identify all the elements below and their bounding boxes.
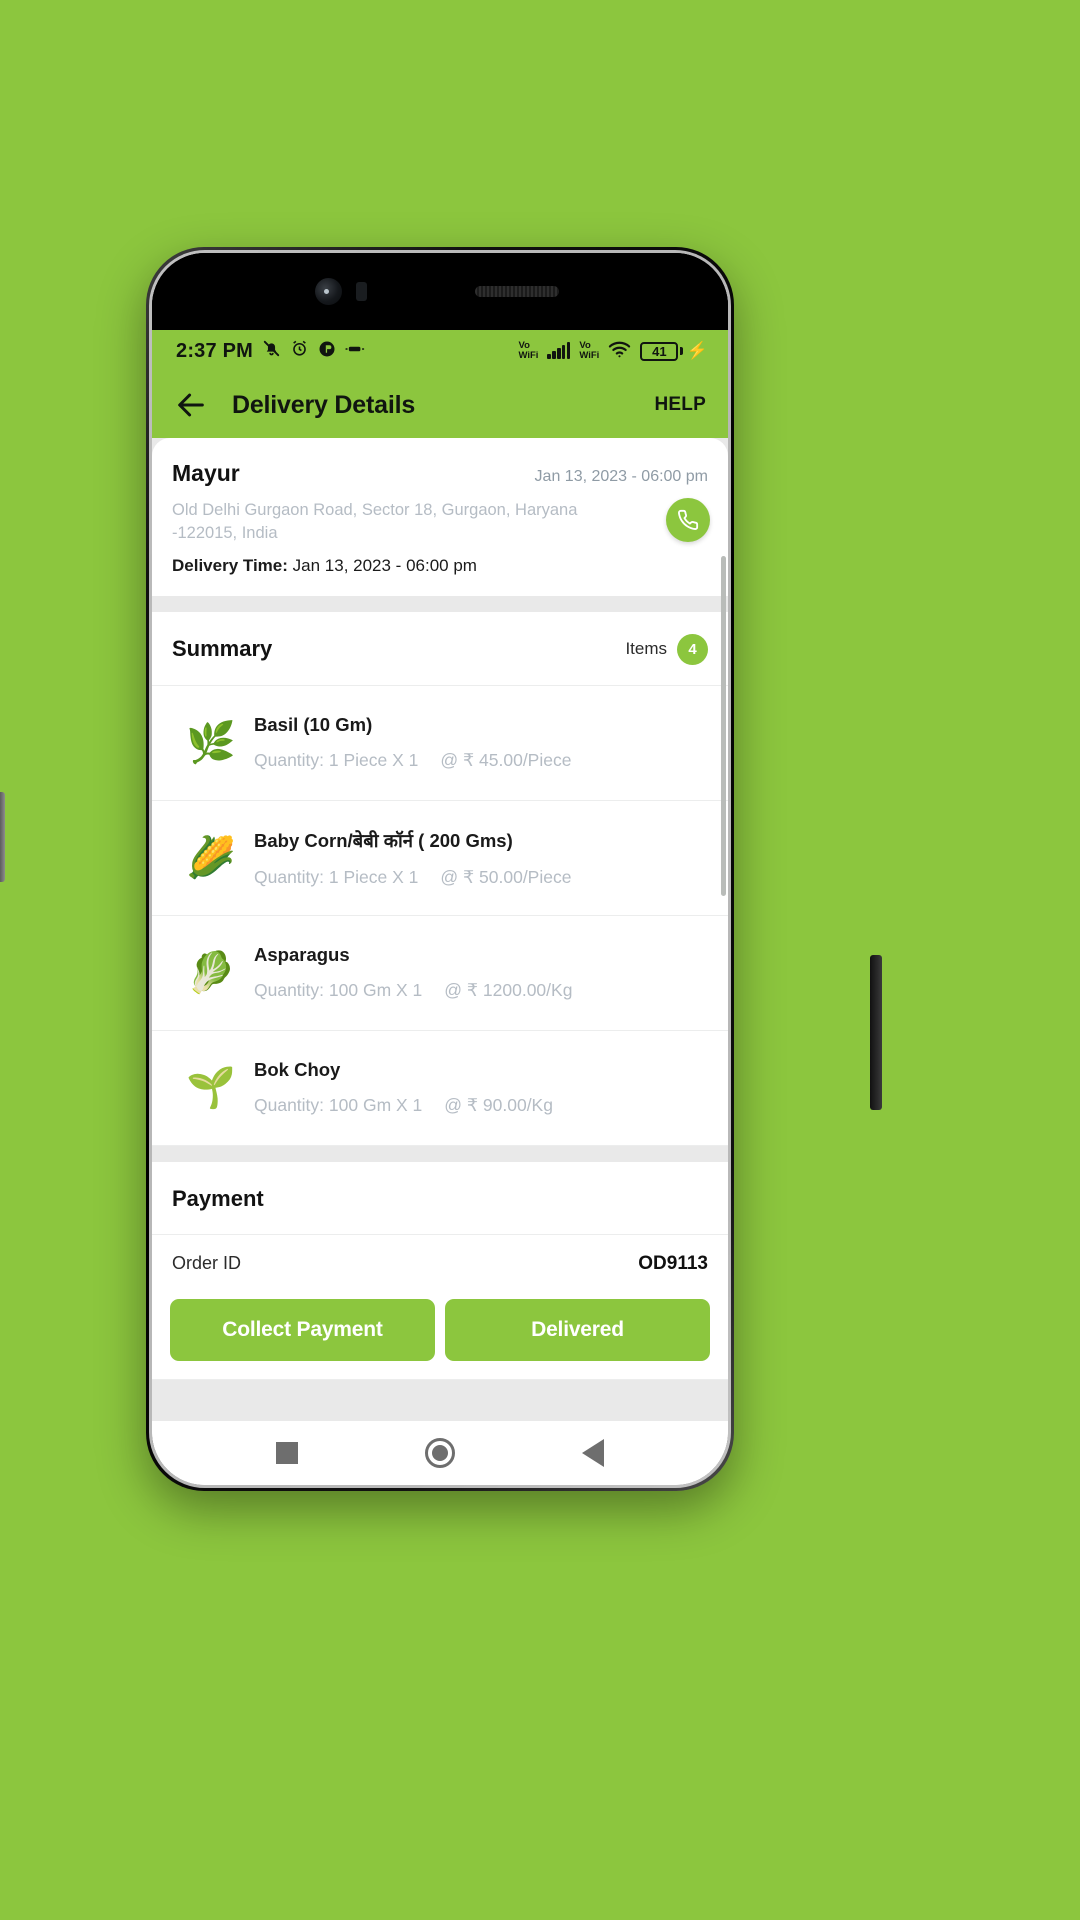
- alarm-icon: [290, 339, 309, 363]
- help-button[interactable]: HELP: [655, 394, 706, 416]
- payment-title: Payment: [152, 1162, 728, 1235]
- earpiece-speaker: [475, 286, 559, 297]
- item-rate: @ ₹ 45.00/Piece: [440, 750, 572, 771]
- item-text-block: Asparagus Quantity: 100 Gm X 1 @ ₹ 1200.…: [250, 944, 708, 1001]
- items-label: Items: [625, 639, 667, 659]
- vibrate-icon: [345, 342, 365, 361]
- status-bar-left: 2:37 PM: [176, 339, 365, 363]
- back-triangle-icon[interactable]: [582, 1439, 605, 1467]
- item-meta: Quantity: 1 Piece X 1 @ ₹ 50.00/Piece: [254, 867, 708, 888]
- recents-square-icon[interactable]: [275, 1442, 298, 1464]
- list-item[interactable]: 🌽 Baby Corn/बेबी कॉर्न ( 200 Gms) Quanti…: [152, 800, 728, 916]
- list-item[interactable]: 🥬 Asparagus Quantity: 100 Gm X 1 @ ₹ 120…: [152, 915, 728, 1031]
- item-meta: Quantity: 100 Gm X 1 @ ₹ 1200.00/Kg: [254, 980, 708, 1001]
- phone-frame: 2:37 PM Vo WiFi Vo WiFi 41 ⚡ Delivery De…: [0, 247, 882, 1491]
- vowifi-label-2: Vo WiFi: [579, 340, 600, 361]
- item-quantity: Quantity: 1 Piece X 1: [254, 750, 419, 771]
- item-name: Bok Choy: [254, 1059, 341, 1081]
- android-navigation-bar: [152, 1421, 728, 1485]
- phone-notch-bar: [152, 253, 728, 330]
- list-item[interactable]: 🌱 Bok Choy Quantity: 100 Gm X 1 @ ₹ 90.0…: [152, 1030, 728, 1146]
- item-quantity: Quantity: 1 Piece X 1: [254, 866, 419, 887]
- list-item[interactable]: 🌿 Basil (10 Gm) Quantity: 1 Piece X 1 @ …: [152, 685, 728, 801]
- signal-bars-icon: [547, 342, 571, 359]
- summary-title: Summary: [172, 636, 273, 662]
- item-name: Asparagus: [254, 944, 350, 966]
- item-text-block: Baby Corn/बेबी कॉर्न ( 200 Gms) Quantity…: [250, 828, 708, 888]
- scrollbar-thumb[interactable]: [721, 556, 726, 896]
- dnd-icon: [318, 340, 336, 363]
- wifi-icon: [608, 340, 631, 363]
- order-id-value: OD9113: [638, 1252, 708, 1274]
- status-time: 2:37 PM: [176, 339, 253, 362]
- proximity-sensor-icon: [356, 282, 367, 301]
- item-thumbnail: 🌽: [186, 835, 236, 880]
- status-bar: 2:37 PM Vo WiFi Vo WiFi 41 ⚡: [152, 330, 728, 372]
- charging-bolt-icon: ⚡: [686, 341, 708, 360]
- summary-header: Summary Items 4: [152, 612, 728, 686]
- item-rate: @ ₹ 50.00/Piece: [440, 866, 572, 887]
- payment-card: Payment Order ID OD9113 Collect Payment …: [152, 1161, 728, 1380]
- collect-payment-button[interactable]: Collect Payment: [170, 1298, 435, 1361]
- order-id-row: Order ID OD9113: [152, 1235, 728, 1285]
- volume-button[interactable]: [0, 792, 5, 882]
- battery-level: 41: [640, 341, 679, 361]
- delivery-time-row: Delivery Time: Jan 13, 2023 - 06:00 pm: [172, 556, 708, 576]
- camera-cluster: [315, 278, 367, 305]
- item-thumbnail: 🌿: [186, 720, 236, 765]
- call-customer-button[interactable]: [666, 498, 710, 542]
- item-text-block: Basil (10 Gm) Quantity: 1 Piece X 1 @ ₹ …: [250, 714, 708, 771]
- silent-bell-icon: [262, 339, 281, 363]
- section-divider-1: [152, 595, 728, 612]
- back-arrow-icon[interactable]: [174, 388, 208, 422]
- item-thumbnail: 🥬: [186, 950, 236, 995]
- phone-call-icon: [678, 509, 699, 530]
- item-name: Basil (10 Gm): [254, 714, 373, 736]
- item-text-block: Bok Choy Quantity: 100 Gm X 1 @ ₹ 90.00/…: [250, 1059, 708, 1116]
- order-id-label: Order ID: [172, 1253, 242, 1274]
- delivery-time-label: Delivery Time:: [172, 555, 288, 575]
- item-meta: Quantity: 1 Piece X 1 @ ₹ 45.00/Piece: [254, 750, 708, 771]
- customer-address: Old Delhi Gurgaon Road, Sector 18, Gurga…: [172, 501, 578, 543]
- customer-card: Mayur Jan 13, 2023 - 06:00 pm Old Delhi …: [152, 438, 728, 596]
- item-meta: Quantity: 100 Gm X 1 @ ₹ 90.00/Kg: [254, 1095, 708, 1116]
- item-quantity: Quantity: 100 Gm X 1: [254, 980, 423, 1001]
- delivery-time-value: Jan 13, 2023 - 06:00 pm: [292, 555, 477, 575]
- front-camera-icon: [315, 278, 342, 305]
- phone-screen-shell: 2:37 PM Vo WiFi Vo WiFi 41 ⚡ Delivery De…: [152, 253, 728, 1485]
- item-rate: @ ₹ 1200.00/Kg: [444, 980, 573, 1001]
- customer-details: Mayur Jan 13, 2023 - 06:00 pm Old Delhi …: [152, 438, 728, 596]
- item-quantity: Quantity: 100 Gm X 1: [254, 1095, 423, 1116]
- action-buttons-row: Collect Payment Delivered: [152, 1285, 728, 1380]
- item-thumbnail: 🌱: [186, 1065, 236, 1110]
- vowifi-label-1: Vo WiFi: [518, 340, 539, 361]
- battery-cap: [679, 347, 683, 355]
- item-name: Baby Corn/बेबी कॉर्न ( 200 Gms): [254, 829, 513, 851]
- battery-indicator: 41 ⚡: [640, 341, 708, 361]
- customer-name: Mayur: [172, 460, 240, 486]
- order-datetime: Jan 13, 2023 - 06:00 pm: [534, 468, 708, 485]
- power-button[interactable]: [870, 955, 882, 1110]
- app-screen: 2:37 PM Vo WiFi Vo WiFi 41 ⚡ Delivery De…: [152, 330, 728, 1485]
- items-count-wrap: Items 4: [625, 633, 708, 665]
- app-bar: Delivery Details HELP: [152, 372, 728, 438]
- delivered-button[interactable]: Delivered: [445, 1298, 710, 1361]
- status-bar-right: Vo WiFi Vo WiFi 41 ⚡: [518, 340, 708, 363]
- item-rate: @ ₹ 90.00/Kg: [444, 1095, 553, 1116]
- content-scroll-area[interactable]: Mayur Jan 13, 2023 - 06:00 pm Old Delhi …: [152, 438, 728, 1421]
- home-circle-icon[interactable]: [424, 1438, 455, 1468]
- items-count-badge: 4: [677, 633, 708, 665]
- summary-card: Summary Items 4 🌿 Basil (10 Gm) Quantity…: [152, 611, 728, 1146]
- section-divider-2: [152, 1145, 728, 1162]
- customer-header-row: Mayur Jan 13, 2023 - 06:00 pm: [172, 460, 708, 487]
- page-title: Delivery Details: [232, 390, 416, 419]
